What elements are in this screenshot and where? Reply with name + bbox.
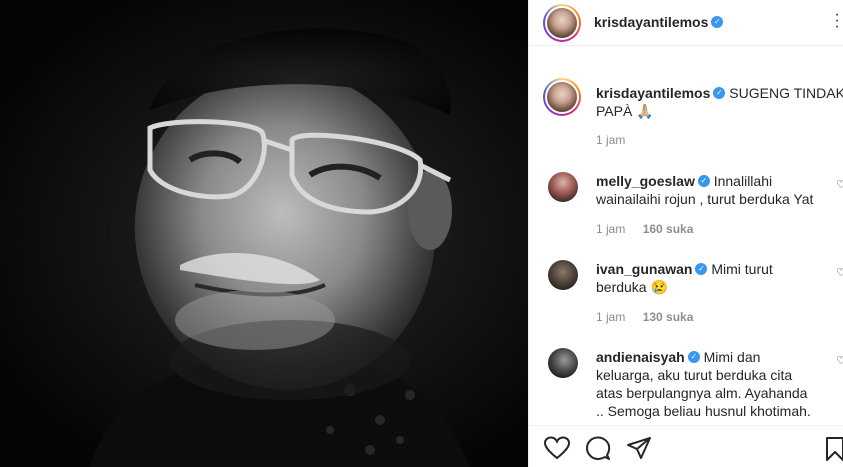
caption-meta: 1 jam: [596, 133, 639, 147]
comment-line4: .. Semoga beliau husnul khotimah.: [596, 403, 811, 419]
post-photo[interactable]: [0, 0, 528, 467]
post-details-panel: krisdayantilemos ✓ · · · krisdayantilemos ✓ …: [528, 0, 843, 467]
caption: krisdayantilemos ✓ SUGENG TINDAK PAPÀ 🙏🏼 …: [529, 78, 843, 148]
commenter-username[interactable]: melly_goeslaw: [596, 173, 695, 189]
commenter-avatar[interactable]: [548, 172, 578, 202]
commenter-username[interactable]: ivan_gunawan: [596, 261, 692, 277]
comment-text: andienaisyah ✓ Mimi dan keluarga, aku tur…: [596, 348, 831, 420]
caption-time[interactable]: 1 jam: [596, 133, 625, 147]
caption-username[interactable]: krisdayantilemos: [596, 85, 710, 101]
comment-time[interactable]: 1 jam: [596, 310, 625, 324]
comment-meta: 1 jam 130 suka: [596, 310, 707, 324]
caption-line2: PAPÀ 🙏🏼: [596, 103, 654, 119]
comment-line1: Mimi dan: [703, 349, 761, 365]
portrait-illustration: [90, 28, 470, 467]
comment-text: melly_goeslaw ✓ Innalillahi wainailaihi r…: [596, 172, 831, 208]
post-header: krisdayantilemos ✓ · · ·: [529, 0, 843, 46]
comment-item: andienaisyah ✓ Mimi dan keluarga, aku tur…: [529, 346, 843, 426]
caption-avatar[interactable]: [543, 78, 581, 116]
comment-line2: keluarga, aku turut berduka cita: [596, 367, 793, 383]
caption-line1: SUGENG TINDAK: [729, 85, 843, 101]
comment-line3: atas berpulangnya alm. Ayahanda: [596, 385, 808, 401]
heart-icon[interactable]: [543, 436, 571, 460]
author-username[interactable]: krisdayantilemos: [594, 14, 708, 30]
verified-badge-icon: ✓: [695, 263, 708, 276]
comment-line1: Innalillahi: [713, 173, 773, 189]
comment-likes[interactable]: 130 suka: [643, 310, 694, 324]
verified-badge-icon: ✓: [713, 87, 726, 100]
comment-likes[interactable]: 160 suka: [643, 222, 694, 236]
commenter-avatar[interactable]: [548, 348, 578, 378]
comment-time[interactable]: 1 jam: [596, 222, 625, 236]
verified-badge-icon: ✓: [711, 15, 724, 28]
caption-text: krisdayantilemos ✓ SUGENG TINDAK PAPÀ 🙏🏼: [596, 84, 843, 120]
comment-item: ivan_gunawan ✓ Mimi turut berduka 😢 1 jam…: [529, 258, 843, 328]
comment-line2: berduka 😢: [596, 279, 668, 295]
author-name-row: krisdayantilemos ✓: [594, 14, 724, 32]
comment-line2: wainailaihi rojun , turut berduka Yat: [596, 191, 814, 207]
comment-meta: 1 jam 160 suka: [596, 222, 707, 236]
post-actions-bar: [529, 425, 843, 467]
author-avatar[interactable]: [543, 4, 581, 42]
commenter-avatar[interactable]: [548, 260, 578, 290]
comment-line1: Mimi turut: [711, 261, 773, 277]
commenter-username[interactable]: andienaisyah: [596, 349, 685, 365]
more-options-icon[interactable]: · · ·: [834, 7, 840, 35]
heart-icon[interactable]: ♡: [836, 178, 843, 191]
comment-text: ivan_gunawan ✓ Mimi turut berduka 😢: [596, 260, 831, 296]
verified-badge-icon: ✓: [687, 351, 700, 364]
heart-icon[interactable]: ♡: [836, 266, 843, 279]
verified-badge-icon: ✓: [697, 175, 710, 188]
comment-item: melly_goeslaw ✓ Innalillahi wainailaihi r…: [529, 170, 843, 240]
comment-bubble-icon[interactable]: [585, 436, 611, 462]
heart-icon[interactable]: ♡: [836, 354, 843, 367]
bookmark-icon[interactable]: [825, 436, 843, 462]
paper-plane-icon[interactable]: [626, 436, 652, 460]
